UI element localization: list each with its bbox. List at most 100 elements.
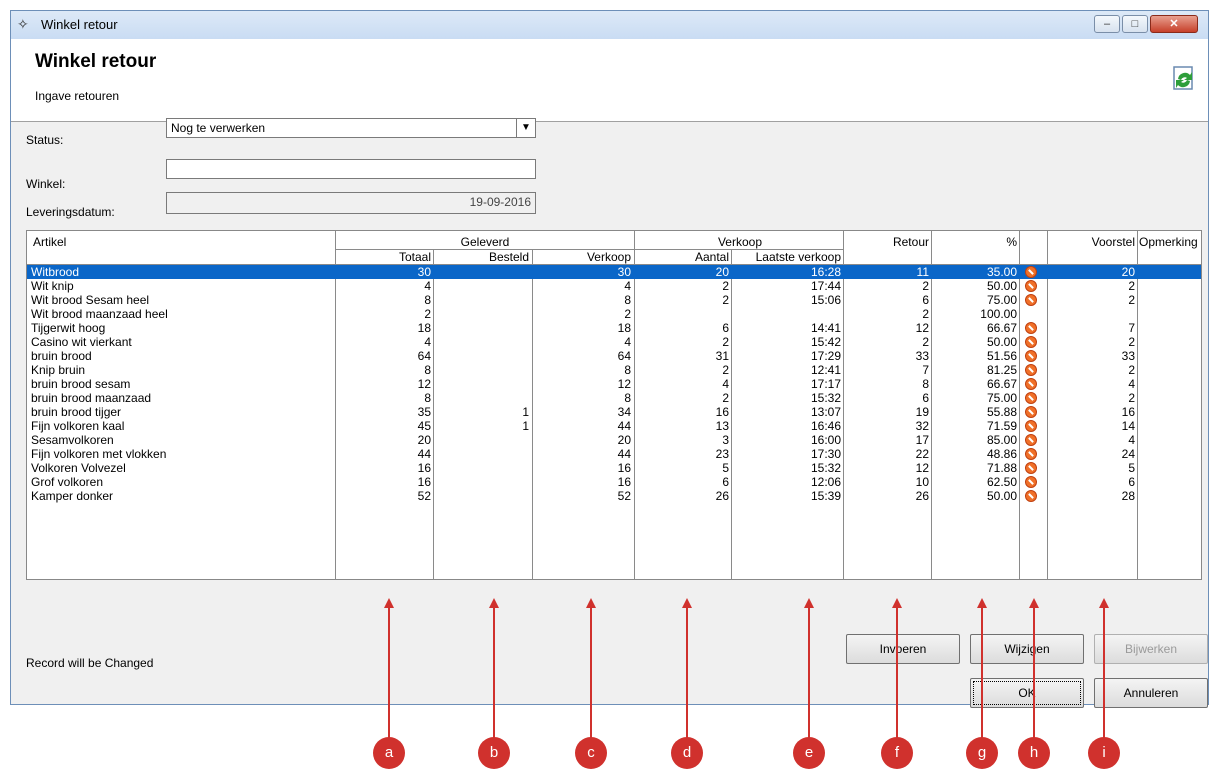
header-voorstel[interactable]: Voorstel [1035,235,1135,249]
stop-icon[interactable] [1025,350,1037,362]
cell-laatste: 16:28 [810,265,841,279]
header-opmerking[interactable]: Opmerking [1139,235,1198,249]
annotation-arrowhead [892,598,902,608]
cell-pct: 35.00 [986,265,1017,279]
annotation-arrowhead [1029,598,1039,608]
stop-icon[interactable] [1025,476,1037,488]
table-row[interactable]: bruin brood 64 64 31 17:29 33 51.56 33 [27,349,1201,363]
cell-verkoop: 8 [624,363,631,377]
header-laatste-verkoop[interactable]: Laatste verkoop [733,250,841,264]
table-row[interactable]: Tijgerwit hoog 18 18 6 14:41 12 66.67 7 [27,321,1201,335]
table-row[interactable]: Wit brood maanzaad heel 2 2 2 100.00 [27,307,1201,321]
page-subtitle: Ingave retouren [35,89,120,103]
cell-pct: 81.25 [986,363,1017,377]
dropdown-arrow-icon[interactable]: ▼ [516,119,535,137]
cell-aantal: 3 [722,433,729,447]
annotation-badge: b [478,737,510,769]
winkel-input[interactable] [166,159,536,179]
table-row[interactable]: Casino wit vierkant 4 4 2 15:42 2 50.00 2 [27,335,1201,349]
stop-icon[interactable] [1025,322,1037,334]
annotation-arrowhead [586,598,596,608]
cell-artikel: bruin brood sesam [31,377,131,391]
header-percent[interactable]: % [933,235,1017,249]
annotation-arrowhead [1099,598,1109,608]
stop-icon[interactable] [1025,406,1037,418]
header-aantal[interactable]: Aantal [637,250,729,264]
cell-aantal: 31 [715,349,729,363]
cell-voorstel: 16 [1121,405,1135,419]
stop-icon[interactable] [1025,266,1037,278]
stop-icon[interactable] [1025,434,1037,446]
cell-verkoop: 64 [617,349,631,363]
cell-retour: 6 [922,391,929,405]
refresh-icon[interactable] [1168,63,1200,95]
cell-artikel: Tijgerwit hoog [31,321,106,335]
stop-icon[interactable] [1025,294,1037,306]
table-row[interactable]: Kamper donker 52 52 26 15:39 26 50.00 28 [27,489,1201,503]
close-button[interactable]: ✕ [1150,15,1198,33]
stop-icon[interactable] [1025,280,1037,292]
table-row[interactable]: Grof volkoren 16 16 6 12:06 10 62.50 6 [27,475,1201,489]
stop-icon[interactable] [1025,490,1037,502]
leveringsdatum-field[interactable]: 19-09-2016 [166,192,536,214]
annotation-arrowhead [384,598,394,608]
stop-icon[interactable] [1025,420,1037,432]
retour-grid[interactable]: Artikel Geleverd Verkoop Retour % Voorst… [26,230,1202,580]
bijwerken-button[interactable]: Bijwerken [1094,634,1208,664]
table-row[interactable]: Witbrood 30 30 20 16:28 11 35.00 20 [27,265,1201,279]
maximize-button[interactable]: □ [1122,15,1148,33]
stop-icon[interactable] [1025,392,1037,404]
stop-icon[interactable] [1025,336,1037,348]
table-row[interactable]: bruin brood sesam 12 12 4 17:17 8 66.67 4 [27,377,1201,391]
cell-besteld [437,293,529,307]
table-row[interactable]: Sesamvolkoren 20 20 3 16:00 17 85.00 4 [27,433,1201,447]
cell-laatste: 17:29 [810,349,841,363]
header-group-divider [335,249,843,250]
cell-besteld [437,461,529,475]
wijzigen-button[interactable]: Wijzigen [970,634,1084,664]
annuleren-button[interactable]: Annuleren [1094,678,1208,708]
table-row[interactable]: Wit brood Sesam heel 8 8 2 15:06 6 75.00 2 [27,293,1201,307]
cell-totaal: 35 [417,405,431,419]
cell-verkoop: 16 [617,475,631,489]
cell-laatste: 15:32 [810,391,841,405]
table-row[interactable]: Wit knip 4 4 2 17:44 2 50.00 2 [27,279,1201,293]
cell-totaal: 18 [417,321,431,335]
ok-button[interactable]: OK [970,678,1084,708]
table-row[interactable]: bruin brood maanzaad 8 8 2 15:32 6 75.00 2 [27,391,1201,405]
table-row[interactable]: bruin brood tijger 35 1 34 16 13:07 19 55.88 16 [27,405,1201,419]
annotation-arrow [808,608,810,738]
cell-pct: 50.00 [986,335,1017,349]
header-artikel[interactable]: Artikel [33,235,66,249]
cell-pct: 50.00 [986,489,1017,503]
cell-totaal: 16 [417,475,431,489]
stop-icon[interactable] [1025,378,1037,390]
cell-aantal: 23 [715,447,729,461]
cell-besteld [437,265,529,279]
table-row[interactable]: Fijn volkoren kaal 45 1 44 13 16:46 32 71.59 14 [27,419,1201,433]
stop-icon[interactable] [1025,364,1037,376]
minimize-button[interactable]: – [1094,15,1120,33]
cell-verkoop: 12 [617,377,631,391]
cell-pct: 55.88 [986,405,1017,419]
table-row[interactable]: Fijn volkoren met vlokken 44 44 23 17:30 22 48… [27,447,1201,461]
header-retour[interactable]: Retour [845,235,929,249]
cell-besteld: 1 [522,419,529,433]
table-row[interactable]: Knip bruin 8 8 2 12:41 7 81.25 2 [27,363,1201,377]
cell-pct: 62.50 [986,475,1017,489]
status-select[interactable]: Nog te verwerken ▼ [166,118,536,138]
cell-pct: 66.67 [986,321,1017,335]
cell-retour: 26 [915,489,929,503]
table-row[interactable]: Volkoren Volvezel 16 16 5 15:32 12 71.88 5 [27,461,1201,475]
header-besteld[interactable]: Besteld [437,250,529,264]
cell-artikel: bruin brood [31,349,92,363]
annotation-arrow [686,608,688,738]
invoeren-button[interactable]: Invoeren [846,634,960,664]
stop-icon[interactable] [1025,462,1037,474]
stop-icon[interactable] [1025,448,1037,460]
cell-laatste: 12:06 [810,475,841,489]
header-totaal[interactable]: Totaal [337,250,431,264]
cell-retour: 2 [922,335,929,349]
cell-verkoop: 20 [617,433,631,447]
header-verkoop-sub[interactable]: Verkoop [535,250,631,264]
